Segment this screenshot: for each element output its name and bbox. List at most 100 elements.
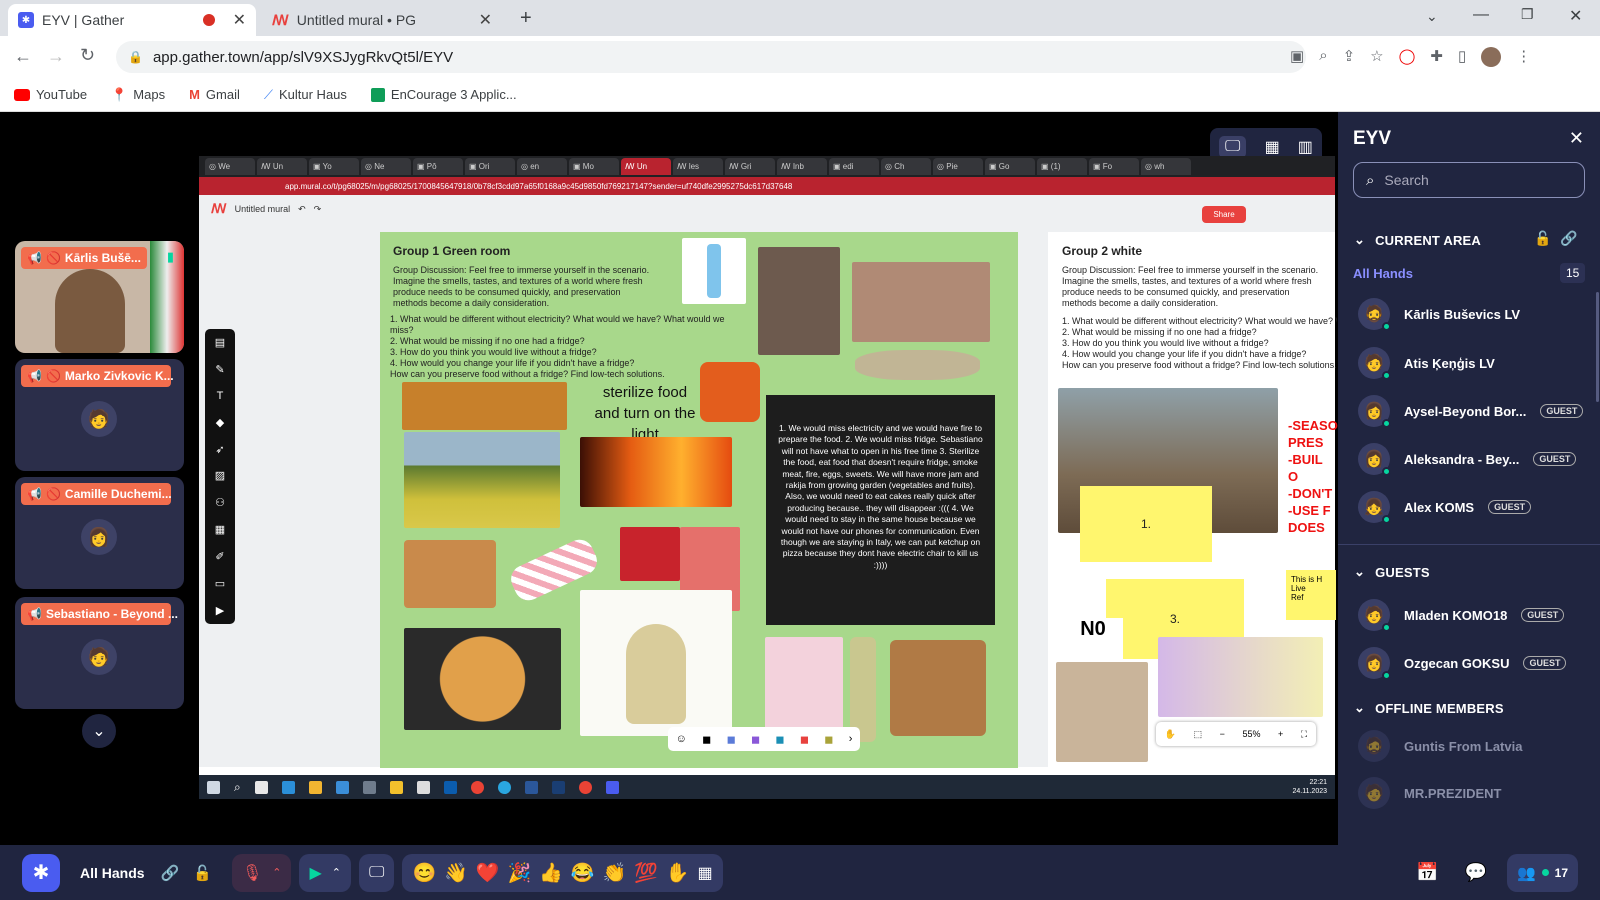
participants-button[interactable]: 👥 17: [1506, 853, 1578, 892]
sheets-icon: [370, 87, 385, 102]
extensions-icon[interactable]: ✚: [1430, 47, 1443, 67]
group2-intro: Group Discussion: Feel free to immerse y…: [1062, 265, 1319, 308]
megaphone-icon: 📢: [27, 607, 42, 621]
emote-smile-icon[interactable]: 😊: [412, 861, 436, 885]
zoom-icon[interactable]: ⌕: [1319, 47, 1327, 67]
scroll-down-button[interactable]: ⌄: [82, 714, 116, 748]
share-icon[interactable]: ⇪: [1343, 47, 1356, 67]
calendar-icon[interactable]: 📅: [1416, 862, 1438, 883]
url-field[interactable]: 🔒 app.gather.town/app/slV9XSJygRkvQt5l/E…: [116, 41, 1306, 73]
mural-logo-icon: ꟿ: [211, 201, 227, 216]
guest-badge: GUEST: [1533, 452, 1577, 466]
bookmark-label: Kultur Haus: [278, 87, 347, 102]
bookmark-encourage[interactable]: EnCourage 3 Applic...: [370, 87, 517, 102]
grid-view-icon[interactable]: ▦: [1265, 137, 1280, 157]
close-window-icon[interactable]: ✕: [1569, 6, 1582, 26]
nuts-tray-image: [890, 640, 986, 736]
mic-toggle[interactable]: 🎙 ⌃: [231, 853, 292, 892]
shared-tab: ꟿ Gri: [725, 158, 775, 175]
tab-title: Untitled mural • PG: [296, 12, 417, 28]
tab-mural[interactable]: ꟿ Untitled mural • PG ✕: [262, 4, 502, 36]
member-item[interactable]: 🧑 Atis Ķeņģis LV: [1358, 343, 1598, 383]
screen-share-button[interactable]: 🖵: [359, 853, 395, 892]
taskbar-app-icon: [281, 780, 295, 794]
area-label: All Hands: [80, 864, 145, 881]
mural-reaction-bar: ☺ ◼ ◼ ◼ ◼ ◼ ◼ ›: [668, 727, 860, 751]
member-item[interactable]: 👩 Aleksandra - Bey... GUEST: [1358, 439, 1598, 479]
close-tab-icon[interactable]: ✕: [233, 10, 246, 30]
unlock-icon[interactable]: 🔓: [1534, 230, 1551, 247]
screen-view-icon[interactable]: 🖵: [1219, 136, 1247, 158]
emote-laugh-icon[interactable]: 😂: [571, 861, 595, 885]
video-tile[interactable]: 📢 🚫 Marko Zivkovic K... 🧑: [15, 359, 184, 471]
forward-icon[interactable]: →: [47, 46, 65, 67]
bookmark-maps[interactable]: 📍 Maps: [111, 87, 165, 103]
avatar: 🧑: [1358, 347, 1391, 380]
member-item[interactable]: 🧔 Guntis From Latvia: [1358, 726, 1598, 766]
member-item[interactable]: 🧑 MR.PREZIDENT: [1358, 773, 1598, 813]
offline-members-header[interactable]: ⌄ OFFLINE MEMBERS: [1354, 700, 1504, 716]
emote-party-icon[interactable]: 🎉: [507, 861, 531, 885]
close-tab-icon[interactable]: ✕: [479, 10, 492, 30]
video-tile[interactable]: 📢 🚫 Kārlis Bušē... ▮: [15, 241, 184, 353]
profile-avatar[interactable]: [1481, 47, 1502, 67]
member-item[interactable]: 👧 Alex KOMS GUEST: [1358, 487, 1598, 527]
layered-shapes-image: [1158, 637, 1323, 717]
raise-hand-icon[interactable]: ✋: [666, 861, 690, 885]
unlock-icon[interactable]: 🔓: [193, 864, 212, 882]
member-item[interactable]: 🧔 Kārlis Buševics LV: [1358, 294, 1598, 334]
bookmark-youtube[interactable]: YouTube: [14, 87, 87, 102]
emote-100-icon[interactable]: 💯: [634, 861, 658, 885]
apps-grid-icon[interactable]: ▦: [698, 863, 713, 883]
undo-icon: ↶: [298, 203, 306, 214]
member-item[interactable]: 👩 Aysel-Beyond Bor... GUEST: [1358, 391, 1598, 431]
guest-badge: GUEST: [1523, 656, 1567, 670]
new-tab-icon[interactable]: +: [520, 7, 532, 30]
camera-icon[interactable]: ▣: [1290, 47, 1304, 67]
participant-name: Marko Zivkovic K...: [64, 369, 174, 383]
menu-icon[interactable]: ⋮: [1516, 47, 1531, 67]
member-item[interactable]: 🧑 Mladen KOMO18 GUEST: [1358, 595, 1598, 635]
taskbar-app-icon: [605, 780, 619, 794]
tab-search-icon[interactable]: ⌄: [1426, 8, 1438, 25]
search-input[interactable]: ⌕ Search: [1353, 162, 1585, 198]
guests-header[interactable]: ⌄ GUESTS: [1354, 564, 1430, 580]
video-tile[interactable]: 📢 🚫 Camille Duchemi... 👩: [15, 477, 184, 589]
link-icon[interactable]: 🔗: [161, 864, 180, 882]
emote-wave-icon[interactable]: 👋: [444, 861, 468, 885]
mural-title: Untitled mural: [234, 204, 291, 214]
select-icon: ⬚: [1193, 728, 1203, 739]
restore-icon[interactable]: ❐: [1521, 6, 1534, 23]
tool-icon: ✎: [215, 363, 225, 376]
bookmark-kultur-haus[interactable]: ⟋ Kultur Haus: [264, 87, 347, 103]
screen-share-icon: 🖵: [369, 863, 385, 881]
mural-toolbar: ꟿ Untitled mural ↶ ↷: [211, 201, 321, 217]
minimize-icon[interactable]: —: [1473, 6, 1489, 24]
current-area-header[interactable]: ⌄ CURRENT AREA: [1354, 232, 1481, 248]
chevron-up-icon: ⌃: [272, 867, 282, 879]
bookmark-star-icon[interactable]: ☆: [1370, 47, 1383, 67]
emote-heart-icon[interactable]: ❤️: [476, 861, 500, 885]
bookmark-gmail[interactable]: M Gmail: [189, 87, 240, 102]
reload-icon[interactable]: ↻: [80, 45, 95, 66]
emote-thumbs-up-icon[interactable]: 👍: [539, 861, 563, 885]
opera-icon[interactable]: ◯: [1399, 47, 1416, 67]
map-view-icon[interactable]: ▥: [1298, 137, 1313, 157]
close-sidebar-icon[interactable]: ✕: [1569, 128, 1584, 149]
chat-icon[interactable]: 💬: [1465, 862, 1487, 883]
gather-menu-button[interactable]: ✱: [22, 853, 60, 892]
sidebar-scrollbar[interactable]: [1596, 292, 1599, 402]
bookmark-label: EnCourage 3 Applic...: [390, 87, 517, 102]
online-dot: [1541, 869, 1549, 876]
group2-area: Group 2 white Group Discussion: Feel fre…: [1048, 232, 1338, 768]
guest-badge: GUEST: [1488, 500, 1532, 514]
tab-gather[interactable]: ✱ EYV | Gather ✕: [8, 4, 256, 36]
member-item[interactable]: 👩 Ozgecan GOKSU GUEST: [1358, 643, 1598, 683]
sidepanel-icon[interactable]: ▯: [1458, 47, 1466, 67]
emote-clap-icon[interactable]: 👏: [602, 861, 626, 885]
back-icon[interactable]: ←: [14, 46, 32, 67]
link-icon[interactable]: 🔗: [1560, 230, 1577, 247]
camera-toggle[interactable]: ▶ ⌃: [299, 853, 352, 892]
video-tile[interactable]: 📢 Sebastiano - Beyond ... 🧑: [15, 597, 184, 709]
taskbar-app-icon: [443, 780, 457, 794]
